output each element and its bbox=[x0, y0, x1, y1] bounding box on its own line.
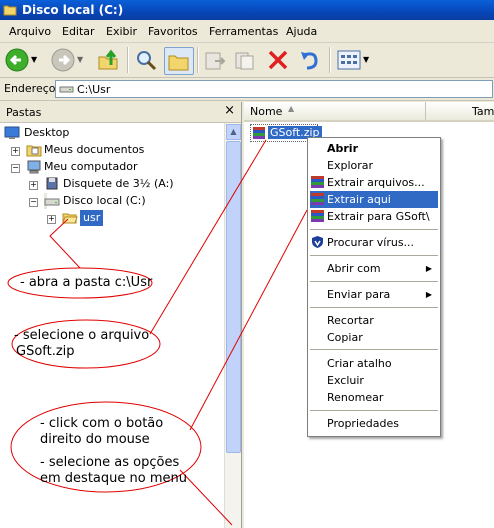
annotation-step-2-line-2: GSoft.zip bbox=[16, 344, 75, 359]
annotation-step-4-line-2: em destaque no menu bbox=[40, 471, 187, 486]
annotation-overlay bbox=[7, 139, 308, 526]
annotation-step-4-line-1: - selecione as opções bbox=[40, 455, 180, 470]
annotation-step-3-line-1: - click com o botão bbox=[40, 416, 164, 431]
annotation-pointer-line bbox=[179, 469, 233, 526]
annotation-pointer-line bbox=[149, 139, 267, 335]
annotation-step-2-line-1: - selecione o arquivo bbox=[14, 328, 150, 343]
annotation-step-1: - abra a pasta c:\Usr bbox=[20, 275, 153, 290]
annotation-pointer-line bbox=[49, 218, 81, 269]
annotation-pointer-line bbox=[189, 209, 308, 431]
annotation-step-3-line-2: direito do mouse bbox=[40, 432, 150, 447]
